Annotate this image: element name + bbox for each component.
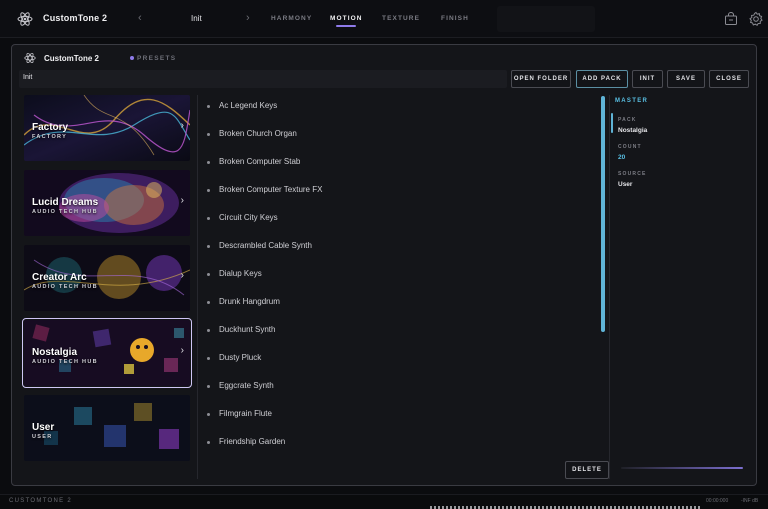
divider xyxy=(609,95,610,479)
chevron-left-icon[interactable]: ‹ xyxy=(138,12,142,24)
source-label: SOURCE xyxy=(618,171,647,177)
preset-name: Dialup Keys xyxy=(219,269,262,278)
tab-texture[interactable]: TEXTURE xyxy=(382,15,420,22)
preset-list-scrollbar[interactable] xyxy=(601,96,605,332)
pack-subtitle: AUDIO TECH HUB xyxy=(32,359,98,365)
open-folder-button[interactable]: OPEN FOLDER xyxy=(511,70,571,88)
bullet xyxy=(207,161,210,164)
atom-logo-icon[interactable] xyxy=(17,11,33,27)
chevron-right-icon: › xyxy=(180,345,184,356)
settings-gear-icon[interactable] xyxy=(748,11,764,27)
store-icon[interactable] xyxy=(723,11,739,27)
status-time: 00:00:000 xyxy=(706,498,729,504)
pack-subtitle: USER xyxy=(32,434,53,440)
preset-name: Ac Legend Keys xyxy=(219,101,278,110)
top-bar: CustomTone 2 ‹ Init › HARMONY MOTION TEX… xyxy=(0,0,768,38)
preset-name: Broken Church Organ xyxy=(219,129,297,138)
bullet xyxy=(207,273,210,276)
preset-path-field[interactable]: Init xyxy=(19,70,507,88)
pack-name: Factory xyxy=(32,122,69,133)
pack-card-user[interactable]: User USER xyxy=(24,395,190,461)
chevron-right-icon: › xyxy=(180,270,184,281)
preset-name: Circuit City Keys xyxy=(219,213,278,222)
chevron-right-icon: › xyxy=(180,195,184,206)
source-value: User xyxy=(618,181,633,188)
active-tab-indicator xyxy=(336,25,356,27)
count-value: 20 xyxy=(618,154,626,161)
pack-card-nostalgia[interactable]: Nostalgia AUDIO TECH HUB › xyxy=(22,318,192,388)
preset-name: Eggcrate Synth xyxy=(219,381,274,390)
pack-card-creator-arc[interactable]: Creator Arc AUDIO TECH HUB › xyxy=(24,245,190,311)
top-display-box xyxy=(497,6,595,32)
bullet xyxy=(207,385,210,388)
app-title: CustomTone 2 xyxy=(43,13,108,23)
preset-name: Broken Computer Texture FX xyxy=(219,185,323,194)
pack-name: User xyxy=(32,422,55,433)
bullet xyxy=(207,301,210,304)
preset-name: Dusty Pluck xyxy=(219,353,262,362)
bullet xyxy=(207,245,210,248)
presets-dot xyxy=(130,56,134,60)
pack-card-lucid-dreams[interactable]: Lucid Dreams AUDIO TECH HUB › xyxy=(24,170,190,236)
bullet xyxy=(207,357,210,360)
pack-subtitle: AUDIO TECH HUB xyxy=(32,209,98,215)
info-title: MASTER xyxy=(615,98,649,104)
init-button[interactable]: INIT xyxy=(632,70,663,88)
info-accent-bar xyxy=(611,113,613,133)
tab-finish[interactable]: FINISH xyxy=(441,15,469,22)
section-label: PRESETS xyxy=(137,55,177,62)
bullet xyxy=(207,189,210,192)
bullet xyxy=(207,133,210,136)
tab-harmony[interactable]: HARMONY xyxy=(271,15,312,22)
pack-name: Creator Arc xyxy=(32,272,87,283)
current-preset-name[interactable]: Init xyxy=(191,14,202,23)
chevron-right-icon: › xyxy=(180,120,184,131)
panel-title: CustomTone 2 xyxy=(44,54,99,63)
status-level: -INF dB xyxy=(741,498,759,504)
count-label: COUNT xyxy=(618,144,642,150)
pack-name: Nostalgia xyxy=(32,347,78,358)
tab-motion[interactable]: MOTION xyxy=(330,15,363,22)
add-pack-button[interactable]: ADD PACK xyxy=(576,70,628,88)
bullet xyxy=(207,217,210,220)
delete-button[interactable]: DELETE xyxy=(565,461,609,479)
preset-name: Filmgrain Flute xyxy=(219,409,272,418)
chevron-right-icon[interactable]: › xyxy=(246,12,250,24)
pack-value: Nostalgia xyxy=(618,127,648,134)
preset-name: Drunk Hangdrum xyxy=(219,297,280,306)
pack-subtitle: AUDIO TECH HUB xyxy=(32,284,98,290)
preset-name: Duckhunt Synth xyxy=(219,325,276,334)
bullet xyxy=(207,105,210,108)
save-button[interactable]: SAVE xyxy=(667,70,705,88)
pack-card-factory[interactable]: Factory FACTORY › xyxy=(24,95,190,161)
pack-label: PACK xyxy=(618,117,637,123)
preset-name: Broken Computer Stab xyxy=(219,157,301,166)
preset-name: Descrambled Cable Synth xyxy=(219,241,312,250)
preset-browser-panel: CustomTone 2 PRESETS Init OPEN FOLDER AD… xyxy=(11,44,757,486)
pack-subtitle: FACTORY xyxy=(32,134,68,140)
bullet xyxy=(207,441,210,444)
atom-logo-icon xyxy=(24,52,36,64)
status-app-name: CUSTOMTONE 2 xyxy=(9,498,73,504)
close-button[interactable]: CLOSE xyxy=(709,70,749,88)
pack-name: Lucid Dreams xyxy=(32,197,99,208)
progress-line xyxy=(621,467,743,469)
bullet xyxy=(207,413,210,416)
divider xyxy=(197,95,198,479)
preset-name: Friendship Garden xyxy=(219,437,286,446)
bullet xyxy=(207,329,210,332)
